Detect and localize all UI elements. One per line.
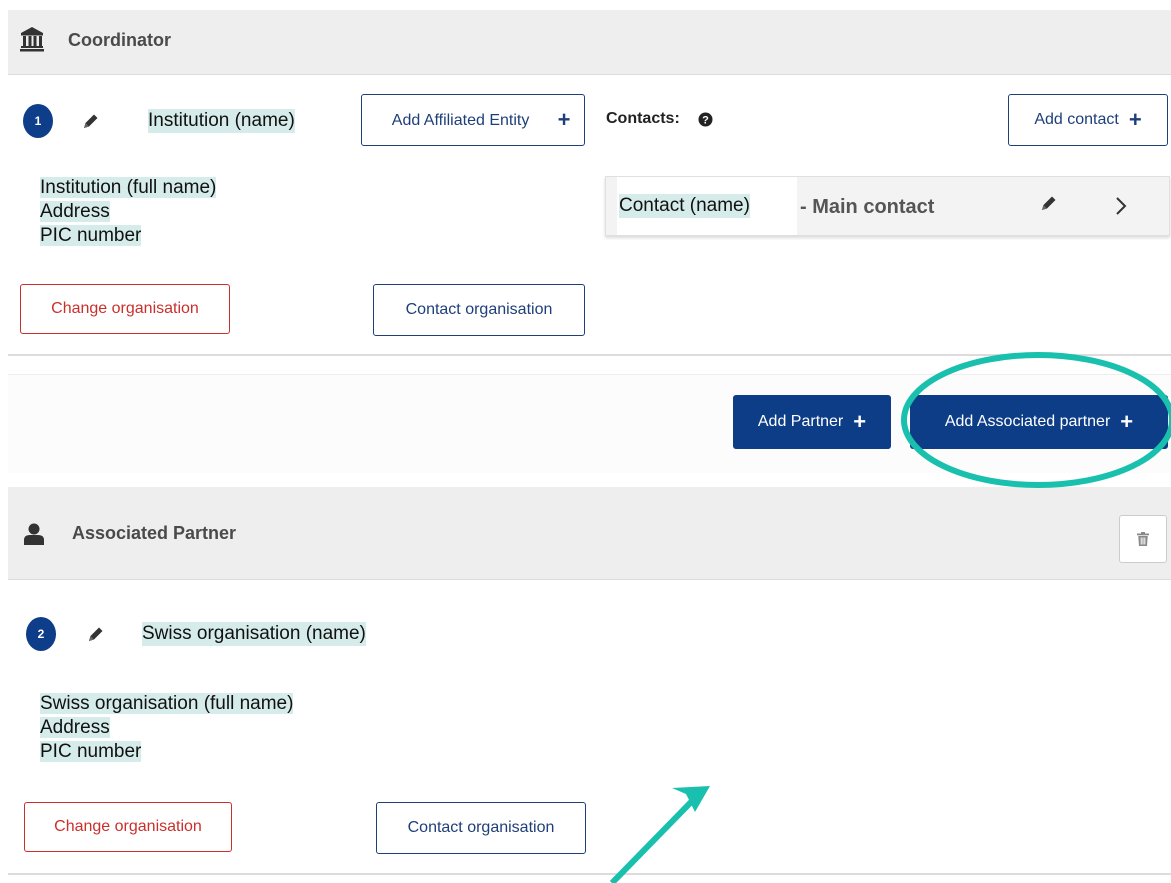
- edit-pencil-icon[interactable]: [86, 624, 106, 644]
- section-divider: [8, 354, 1171, 356]
- edit-pencil-icon[interactable]: [81, 111, 101, 131]
- plus-icon: +: [1128, 107, 1142, 132]
- plus-icon: +: [853, 409, 867, 434]
- contact-role: - Main contact: [800, 196, 935, 218]
- associated-number-badge: 2: [26, 617, 56, 651]
- plus-icon: +: [557, 107, 571, 132]
- svg-text:?: ?: [702, 115, 709, 127]
- contact-organisation-button[interactable]: Contact organisation: [373, 284, 585, 336]
- add-partner-button[interactable]: Add Partner +: [733, 395, 891, 449]
- section-divider: [8, 873, 1171, 875]
- add-affiliated-entity-button[interactable]: Add Affiliated Entity +: [361, 94, 585, 146]
- change-organisation-button[interactable]: Change organisation: [20, 284, 230, 334]
- coordinator-pic-number: PIC number: [40, 225, 142, 246]
- plus-icon: +: [1120, 409, 1134, 434]
- user-icon: [24, 523, 44, 545]
- main-contact-card[interactable]: Contact (name) - Main contact: [605, 176, 1170, 236]
- add-affiliated-entity-label: Add Affiliated Entity: [391, 111, 530, 129]
- trash-icon: [1137, 532, 1149, 546]
- associated-full-name: Swiss organisation (full name): [40, 693, 294, 714]
- contact-organisation-button[interactable]: Contact organisation: [376, 802, 586, 854]
- coordinator-name: Institution (name): [148, 109, 295, 133]
- change-organisation-button[interactable]: Change organisation: [24, 802, 232, 852]
- coordinator-address: Address: [40, 201, 110, 222]
- add-contact-button[interactable]: Add contact +: [1008, 94, 1168, 146]
- institution-icon: [20, 27, 44, 52]
- pointer-arrowhead: [672, 786, 710, 812]
- associated-address: Address: [40, 717, 110, 738]
- add-associated-partner-label: Add Associated partner: [944, 413, 1111, 430]
- coordinator-number-badge: 1: [23, 104, 53, 138]
- delete-button[interactable]: [1119, 515, 1167, 563]
- associated-partner-title: Associated Partner: [72, 523, 237, 543]
- pointer-arrow: [609, 794, 699, 883]
- add-contact-label: Add contact: [1034, 111, 1119, 128]
- associated-partner-header: Associated Partner: [8, 487, 1171, 580]
- edit-contact-icon[interactable]: [1039, 193, 1059, 213]
- contact-name: Contact (name): [619, 194, 750, 218]
- contacts-label: Contacts:: [606, 110, 680, 127]
- associated-details: Swiss organisation (full name) Address P…: [40, 692, 294, 764]
- associated-name: Swiss organisation (name): [142, 622, 366, 646]
- coordinator-full-name: Institution (full name): [40, 177, 217, 198]
- coordinator-header: Coordinator: [8, 10, 1171, 75]
- add-associated-partner-button[interactable]: Add Associated partner +: [910, 395, 1168, 449]
- associated-pic-number: PIC number: [40, 741, 142, 762]
- chevron-right-icon[interactable]: [1114, 195, 1128, 217]
- add-partner-label: Add Partner: [757, 413, 844, 430]
- help-question-icon[interactable]: ?: [698, 112, 713, 127]
- coordinator-title: Coordinator: [68, 30, 171, 50]
- coordinator-details: Institution (full name) Address PIC numb…: [40, 176, 217, 248]
